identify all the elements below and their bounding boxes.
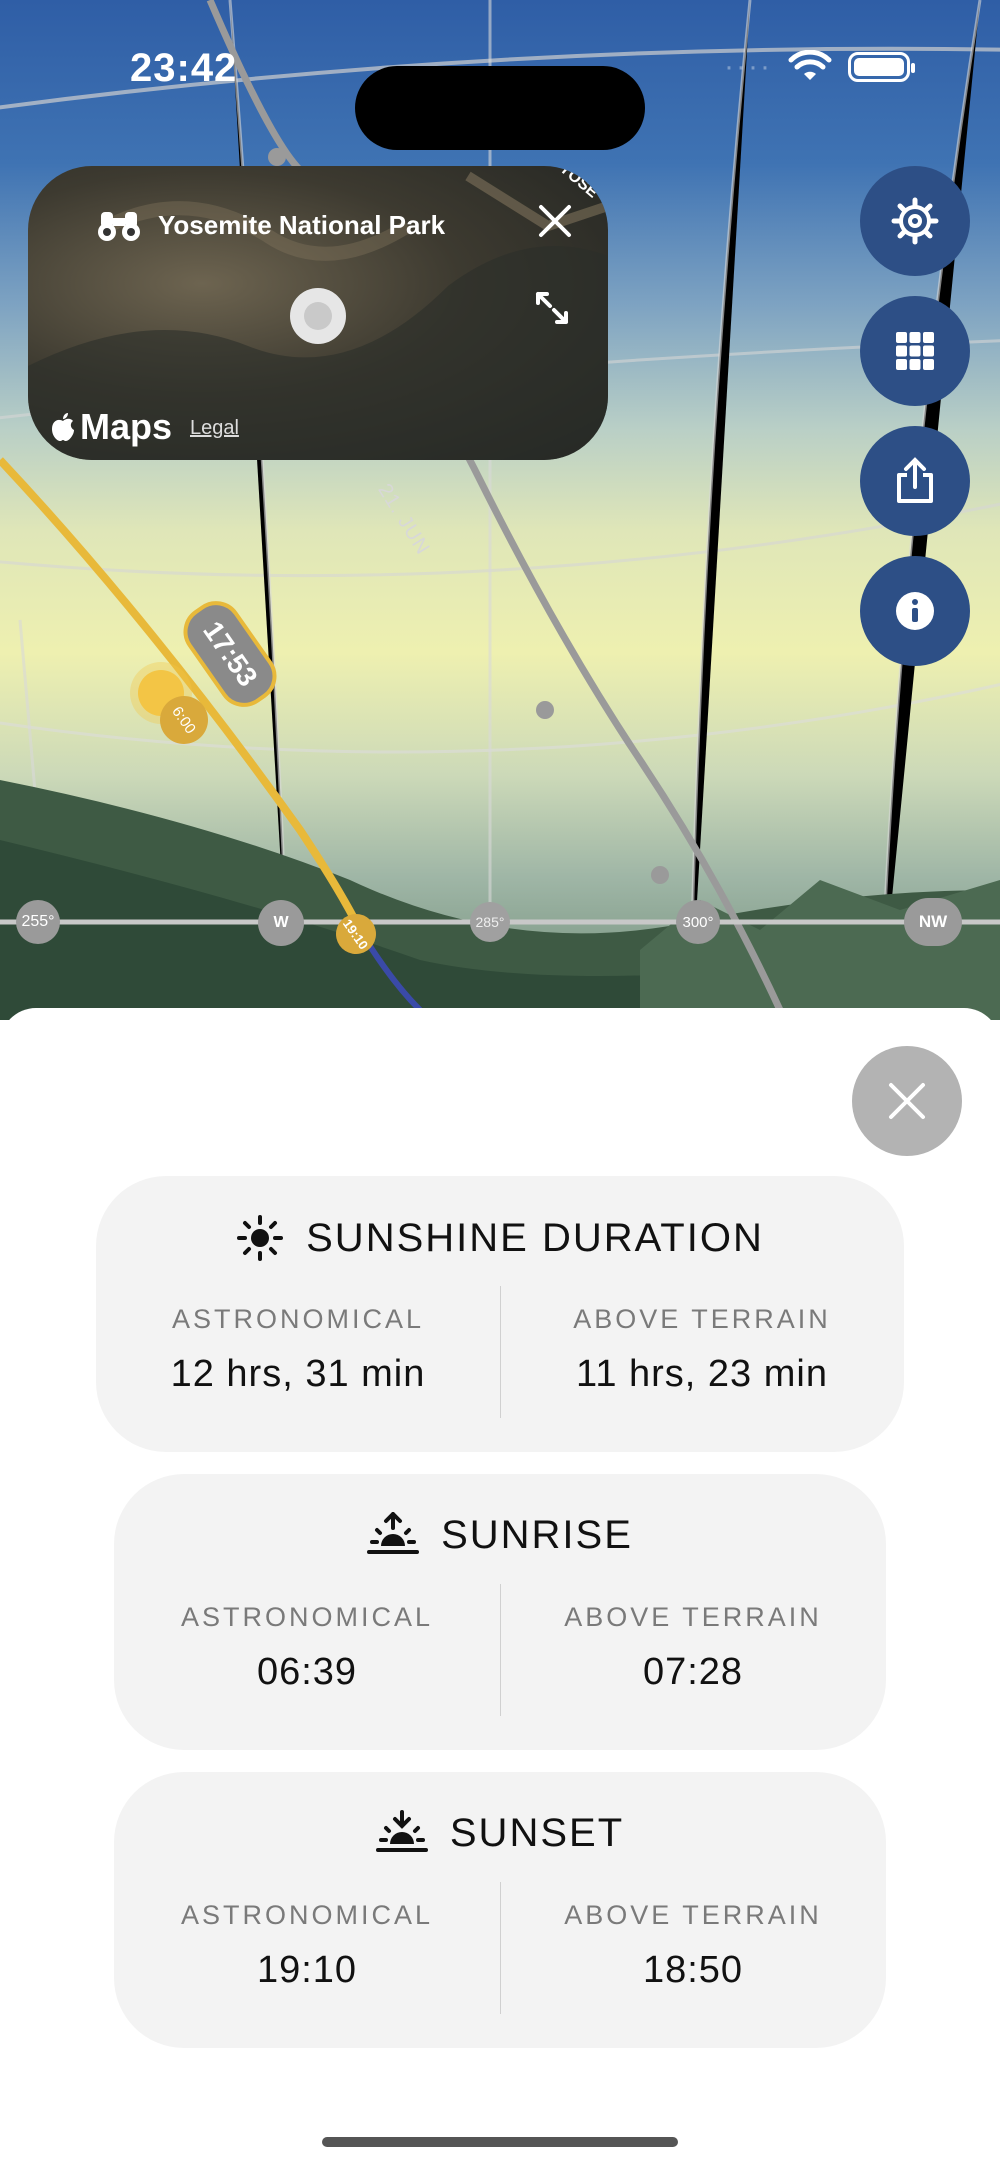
astronomical-label: ASTRONOMICAL (180, 1900, 434, 1930)
above-terrain-label: ABOVE TERRAIN (573, 1304, 831, 1334)
binoculars-icon (98, 212, 140, 241)
location-name: Yosemite National Park (158, 209, 446, 240)
status-bar: 23:42 ···· (0, 40, 1000, 150)
wifi-icon (788, 50, 832, 80)
location-pin (290, 288, 346, 344)
compass-marker: 285° (470, 902, 510, 942)
sun-path-ar-view[interactable]: 255° W 285° 300° NW 17:53 6:00 19:10 21.… (0, 0, 1000, 1020)
legal-link[interactable]: Legal (190, 417, 239, 440)
share-icon (897, 457, 933, 503)
above-terrain-value: 11 hrs, 23 min (576, 1353, 828, 1395)
expand-map-button[interactable] (532, 288, 572, 333)
apple-maps-logo: Maps (50, 406, 172, 448)
settings-button[interactable] (860, 166, 970, 276)
share-button[interactable] (860, 426, 970, 536)
sunrise-icon (367, 1512, 420, 1554)
close-icon (889, 1083, 925, 1119)
card-title: SUNSHINE DURATION (306, 1215, 764, 1260)
battery-icon (848, 52, 915, 82)
compass-marker: 300° (676, 900, 720, 944)
above-terrain-value: 07:28 (642, 1651, 744, 1693)
sunshine-duration-card: SUNSHINE DURATION ASTRONOMICAL 12 hrs, 3… (96, 1176, 904, 1452)
grid-button[interactable] (860, 296, 970, 406)
sky-grid (0, 0, 1000, 1020)
gear-icon (891, 197, 939, 245)
map-location-title: Yosemite National Park (96, 208, 445, 242)
compass-marker: 255° (16, 900, 60, 944)
astronomical-value: 06:39 (256, 1651, 358, 1693)
astronomical-label: ASTRONOMICAL (180, 1602, 434, 1632)
info-button[interactable] (860, 556, 970, 666)
status-time: 23:42 (130, 46, 238, 90)
sun-details-sheet: SUNSHINE DURATION ASTRONOMICAL 12 hrs, 3… (0, 1008, 1000, 2167)
astronomical-value: 12 hrs, 31 min (170, 1353, 426, 1395)
above-terrain-label: ABOVE TERRAIN (564, 1900, 822, 1930)
compass-marker: NW (904, 898, 962, 946)
astronomical-value: 19:10 (256, 1949, 358, 1991)
grid-icon (896, 332, 934, 370)
compass-marker: W (258, 900, 304, 946)
home-indicator[interactable] (322, 2137, 678, 2147)
card-title: SUNRISE (441, 1512, 633, 1557)
card-title: SUNSET (449, 1810, 625, 1855)
dynamic-island (355, 66, 645, 150)
apple-icon (52, 413, 74, 441)
info-icon (896, 592, 934, 630)
sunset-card: SUNSET ASTRONOMICAL 19:10 ABOVE TERRAIN … (114, 1772, 886, 2048)
above-terrain-value: 18:50 (642, 1949, 744, 1991)
sunset-icon (375, 1810, 428, 1852)
sun-icon (237, 1215, 284, 1261)
expand-icon (536, 292, 568, 324)
close-sheet-button[interactable] (852, 1046, 962, 1156)
astronomical-label: ASTRONOMICAL (171, 1304, 425, 1334)
close-icon (539, 205, 571, 237)
above-terrain-label: ABOVE TERRAIN (564, 1602, 822, 1632)
signal-icon: ···· (724, 50, 772, 83)
close-map-button[interactable] (538, 204, 572, 244)
sunrise-card: SUNRISE ASTRONOMICAL 06:39 ABOVE TERRAIN… (114, 1474, 886, 1750)
map-preview-card[interactable]: Yosemite National Park Maps Legal YOSE (28, 166, 608, 460)
